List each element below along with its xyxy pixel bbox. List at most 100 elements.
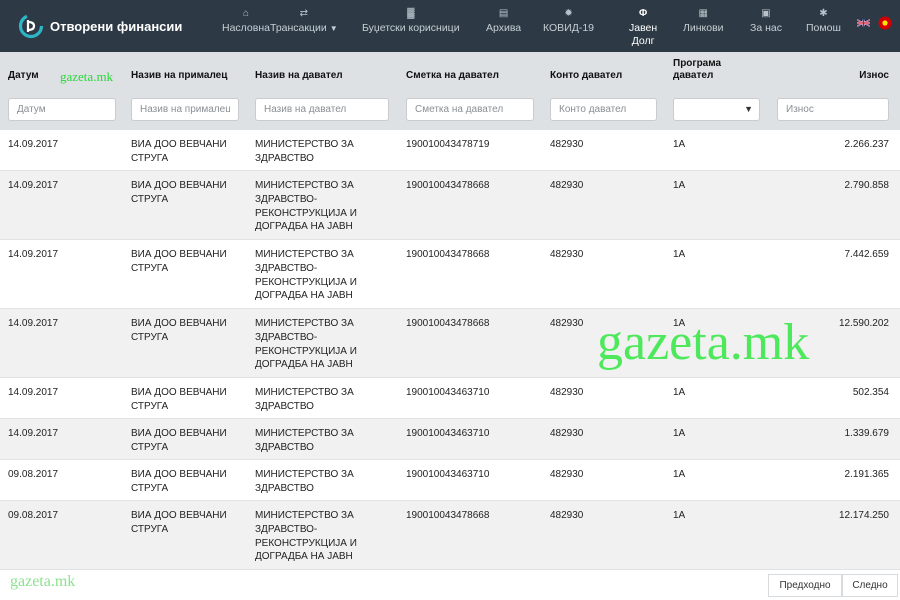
nav-item-label: За нас bbox=[750, 22, 782, 34]
cell-payer-line: РЕКОНСТРУКЦИЈА И bbox=[255, 276, 357, 288]
cell-program: 1А bbox=[673, 180, 686, 191]
date-filter-input[interactable] bbox=[8, 98, 116, 121]
caret-down-icon: ▼ bbox=[329, 24, 338, 33]
cell-payer-line: ЗДРАВСТВО bbox=[255, 400, 314, 412]
column-header-konto[interactable]: Конто давател bbox=[550, 70, 622, 82]
cell-date: 14.09.2017 bbox=[8, 180, 59, 191]
cell-program: 1А bbox=[673, 510, 686, 521]
cell-recipient: ВИА ДОО ВЕВЧАНИ СТРУГА bbox=[131, 317, 249, 345]
cell-date: 14.09.2017 bbox=[8, 387, 59, 398]
cell-recipient-line: ВИА ДОО ВЕВЧАНИ bbox=[131, 249, 227, 260]
chevron-down-icon: ▼ bbox=[744, 104, 753, 114]
brand-logo-icon bbox=[18, 13, 44, 39]
macedonian-flag-icon[interactable] bbox=[878, 16, 892, 30]
cell-payer: МИНИСТЕРСТВО ЗА ЗДРАВСТВО bbox=[255, 386, 395, 414]
cell-payer-line: МИНИСТЕРСТВО ЗА bbox=[255, 510, 354, 521]
amount-filter-input[interactable] bbox=[777, 98, 889, 121]
table-footer: gazeta.mk Предходно Следно bbox=[0, 570, 900, 600]
cell-recipient-line: СТРУГА bbox=[131, 441, 169, 453]
nav-item-3[interactable]: ▤ Архива bbox=[486, 8, 521, 35]
cell-recipient-line: СТРУГА bbox=[131, 482, 169, 494]
nav-item-7[interactable]: ▣ За нас bbox=[750, 8, 782, 35]
column-header-amount[interactable]: Износ bbox=[788, 70, 889, 82]
cell-payer: МИНИСТЕРСТВО ЗА ЗДРАВСТВО- РЕКОНСТРУКЦИЈА … bbox=[255, 509, 395, 564]
column-header-payer[interactable]: Назив на давател bbox=[255, 70, 343, 82]
previous-page-button[interactable]: Предходно bbox=[768, 574, 842, 597]
next-page-button[interactable]: Следно bbox=[842, 574, 898, 597]
cell-recipient-line: ВИА ДОО ВЕВЧАНИ bbox=[131, 510, 227, 521]
column-header-recipient[interactable]: Назив на прималец bbox=[131, 70, 249, 82]
cell-amount: 2.790.858 bbox=[844, 180, 890, 191]
cell-payer-line: ЗДРАВСТВО- bbox=[255, 331, 318, 343]
cell-recipient-line: ВИА ДОО ВЕВЧАНИ bbox=[131, 139, 227, 150]
virus-icon: ✹ bbox=[564, 8, 573, 19]
cell-account: 190010043478668 bbox=[406, 180, 490, 191]
cell-recipient-line: СТРУГА bbox=[131, 152, 169, 164]
column-header-account[interactable]: Сметка на давател bbox=[406, 70, 499, 82]
cell-konto: 482930 bbox=[550, 139, 584, 150]
cell-recipient: ВИА ДОО ВЕВЧАНИ СТРУГА bbox=[131, 179, 249, 207]
nav-item-6[interactable]: ▦ Линкови bbox=[683, 8, 724, 35]
table-row[interactable]: 14.09.2017 ВИА ДОО ВЕВЧАНИ СТРУГА МИНИСТЕРС… bbox=[0, 171, 900, 240]
table-row[interactable]: 09.08.2017 ВИА ДОО ВЕВЧАНИ СТРУГА МИНИСТЕРС… bbox=[0, 501, 900, 570]
cell-payer: МИНИСТЕРСТВО ЗА ЗДРАВСТВО bbox=[255, 138, 395, 166]
asterisk-icon: ✱ bbox=[819, 8, 828, 19]
cell-payer-line: ДОГРАДБА НА ЈАВН bbox=[255, 551, 353, 563]
table-header: Датум Назив на прималец Назив на давател… bbox=[0, 52, 900, 130]
nav-item-label-line2: Долг bbox=[631, 35, 655, 47]
table-row[interactable]: 14.09.2017 ВИА ДОО ВЕВЧАНИ СТРУГА МИНИСТЕРС… bbox=[0, 240, 900, 309]
cell-account: 190010043463710 bbox=[406, 428, 490, 439]
cell-date: 09.08.2017 bbox=[8, 469, 59, 480]
nav-item-0[interactable]: ⌂ Насловна bbox=[222, 8, 270, 35]
cell-payer-line: ЗДРАВСТВО- bbox=[255, 193, 318, 205]
cell-konto: 482930 bbox=[550, 428, 584, 439]
english-flag-icon[interactable] bbox=[857, 18, 870, 28]
cell-konto: 482930 bbox=[550, 387, 584, 398]
cell-payer: МИНИСТЕРСТВО ЗА ЗДРАВСТВО- РЕКОНСТРУКЦИЈА … bbox=[255, 179, 395, 234]
watermark-footer: gazeta.mk bbox=[10, 573, 76, 590]
column-header-date[interactable]: Датум bbox=[8, 70, 39, 82]
cell-payer: МИНИСТЕРСТВО ЗА ЗДРАВСТВО bbox=[255, 427, 395, 455]
cell-recipient-line: ВИА ДОО ВЕВЧАНИ bbox=[131, 428, 227, 439]
nav-item-5[interactable]: Φ Јавен Долг bbox=[629, 8, 657, 48]
cell-date: 14.09.2017 bbox=[8, 428, 59, 439]
cell-recipient: ВИА ДОО ВЕВЧАНИ СТРУГА bbox=[131, 138, 249, 166]
account-filter-input[interactable] bbox=[406, 98, 534, 121]
table-row[interactable]: 14.09.2017 ВИА ДОО ВЕВЧАНИ СТРУГА МИНИСТЕРС… bbox=[0, 378, 900, 419]
cell-amount: 1.339.679 bbox=[844, 428, 890, 439]
konto-filter-input[interactable] bbox=[550, 98, 657, 121]
cell-payer-line: ЗДРАВСТВО- bbox=[255, 262, 318, 274]
cell-payer-line: МИНИСТЕРСТВО ЗА bbox=[255, 318, 354, 329]
cell-program: 1А bbox=[673, 469, 686, 480]
cell-payer-line: ДОГРАДБА НА ЈАВН bbox=[255, 290, 353, 302]
cell-payer-line: РЕКОНСТРУКЦИЈА И bbox=[255, 537, 357, 549]
nav-item-2[interactable]: ▓ Буџетски корисници bbox=[362, 8, 460, 35]
id-card-icon: ▣ bbox=[761, 8, 771, 19]
column-header-program[interactable]: Програма давател bbox=[673, 58, 743, 82]
nav-item-8[interactable]: ✱ Помош bbox=[806, 8, 841, 35]
table-row[interactable]: 14.09.2017 ВИА ДОО ВЕВЧАНИ СТРУГА МИНИСТЕРС… bbox=[0, 130, 900, 171]
cell-account: 190010043478668 bbox=[406, 510, 490, 521]
payer-filter-input[interactable] bbox=[255, 98, 389, 121]
cell-recipient: ВИА ДОО ВЕВЧАНИ СТРУГА bbox=[131, 248, 249, 276]
cell-recipient-line: ВИА ДОО ВЕВЧАНИ bbox=[131, 318, 227, 329]
cell-recipient-line: СТРУГА bbox=[131, 331, 169, 343]
cell-konto: 482930 bbox=[550, 180, 584, 191]
nav-item-1[interactable]: ⇄ Трансакции ▼ bbox=[270, 8, 338, 35]
cell-payer-line: ДОГРАДБА НА ЈАВН bbox=[255, 221, 353, 233]
cell-recipient-line: ВИА ДОО ВЕВЧАНИ bbox=[131, 469, 227, 480]
nav-item-4[interactable]: ✹ КОВИД-19 bbox=[543, 8, 594, 35]
brand-link[interactable]: Отворени финансии bbox=[0, 0, 190, 52]
cell-payer-line: ДОГРАДБА НА ЈАВН bbox=[255, 359, 353, 371]
exchange-icon: ⇄ bbox=[299, 8, 309, 19]
program-filter-select[interactable]: ▼ bbox=[673, 98, 760, 121]
cell-recipient: ВИА ДОО ВЕВЧАНИ СТРУГА bbox=[131, 509, 249, 537]
cell-date: 14.09.2017 bbox=[8, 139, 59, 150]
cell-amount: 7.442.659 bbox=[844, 249, 890, 260]
table-row[interactable]: 09.08.2017 ВИА ДОО ВЕВЧАНИ СТРУГА МИНИСТЕРС… bbox=[0, 460, 900, 501]
recipient-filter-input[interactable] bbox=[131, 98, 239, 121]
cell-account: 190010043463710 bbox=[406, 469, 490, 480]
top-navbar: Отворени финансии ⌂ Насловна ⇄ Трансакции ▼ ▓… bbox=[0, 0, 900, 52]
table-row[interactable]: 14.09.2017 ВИА ДОО ВЕВЧАНИ СТРУГА МИНИСТЕРС… bbox=[0, 419, 900, 460]
document-icon: ▤ bbox=[498, 8, 509, 19]
